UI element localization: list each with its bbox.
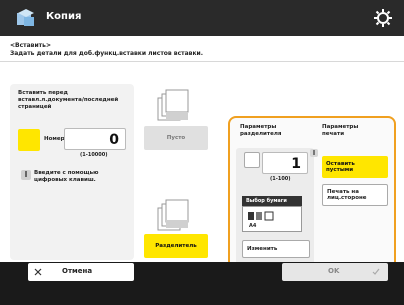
paper-info-box: A4 xyxy=(242,206,302,232)
divider-count-value: 1 xyxy=(291,156,301,172)
subheader-title: <Вставить> xyxy=(10,42,51,49)
print-front-label-2: лиц.стороне xyxy=(327,195,367,201)
paper-size: A4 xyxy=(249,223,257,229)
divider-settings-box: Параметры разделителя Параметры печати 1… xyxy=(228,116,396,276)
ten-key-hint-2: цифровых клавиш. xyxy=(34,177,96,183)
main-panel: <Вставить> Задать детали для доб.функц.в… xyxy=(0,36,404,276)
finger-icon xyxy=(310,149,318,157)
ok-button[interactable]: OK xyxy=(282,263,388,281)
divider-params-label-2: разделителя xyxy=(240,131,282,137)
divider-option[interactable]: Разделитель xyxy=(144,234,208,258)
app-title: Копия xyxy=(46,11,82,22)
page-number-field[interactable]: 0 xyxy=(64,128,126,150)
divider-count-range: (1-100) xyxy=(270,176,291,182)
change-paper-label: Изменить xyxy=(247,246,278,252)
page-number-button[interactable] xyxy=(18,129,40,151)
copy-app-icon xyxy=(17,9,34,26)
divider-label: Разделитель xyxy=(155,243,197,249)
insert-position-box: Вставить перед вставл.л.документа/послед… xyxy=(10,84,134,260)
title-bar: Копия xyxy=(0,0,404,36)
divider-line xyxy=(0,61,404,62)
leave-blank-button[interactable]: Оставить пустыми xyxy=(322,156,388,178)
print-params-label-1: Параметры xyxy=(322,124,359,130)
leave-blank-label-2: пустыми xyxy=(326,167,354,173)
insert-label-3: страницей xyxy=(18,104,52,110)
gear-icon[interactable] xyxy=(374,9,392,27)
divider-count-field[interactable]: 1 xyxy=(262,152,308,174)
insert-label-2: вставл.л.документа/последней xyxy=(18,97,119,103)
page-number-value: 0 xyxy=(109,132,119,148)
paper-select-label: Выбор бумаги xyxy=(246,198,287,204)
divider-docs-icon xyxy=(157,199,189,231)
document-icon xyxy=(157,89,189,121)
blank-sheet-option[interactable]: Пусто xyxy=(144,126,208,150)
print-params-label-2: печати xyxy=(322,131,345,137)
check-icon xyxy=(372,268,380,275)
change-paper-button[interactable]: Изменить xyxy=(242,240,310,258)
divider-params-label-1: Параметры xyxy=(240,124,277,130)
cancel-button[interactable]: Отмена xyxy=(28,263,134,281)
page-number-range: (1-10000) xyxy=(80,152,108,158)
ok-label: OK xyxy=(328,267,340,275)
print-front-button[interactable]: Печать на лиц.стороне xyxy=(322,184,388,206)
blank-sheet-label: Пусто xyxy=(166,135,186,141)
ten-key-hint-1: Введите с помощью xyxy=(34,170,99,176)
insert-label-1: Вставить перед xyxy=(18,90,68,96)
subheader-description: Задать детали для доб.функц.вставки лист… xyxy=(10,50,204,57)
insert-type-box: Пусто Разделитель xyxy=(144,89,222,270)
paper-select-header: Выбор бумаги xyxy=(242,196,302,206)
finger-icon xyxy=(21,170,31,180)
divider-count-minus-button[interactable] xyxy=(244,152,260,168)
paper-tray-icons xyxy=(248,211,274,221)
close-icon xyxy=(34,268,42,276)
cancel-label: Отмена xyxy=(62,267,93,275)
